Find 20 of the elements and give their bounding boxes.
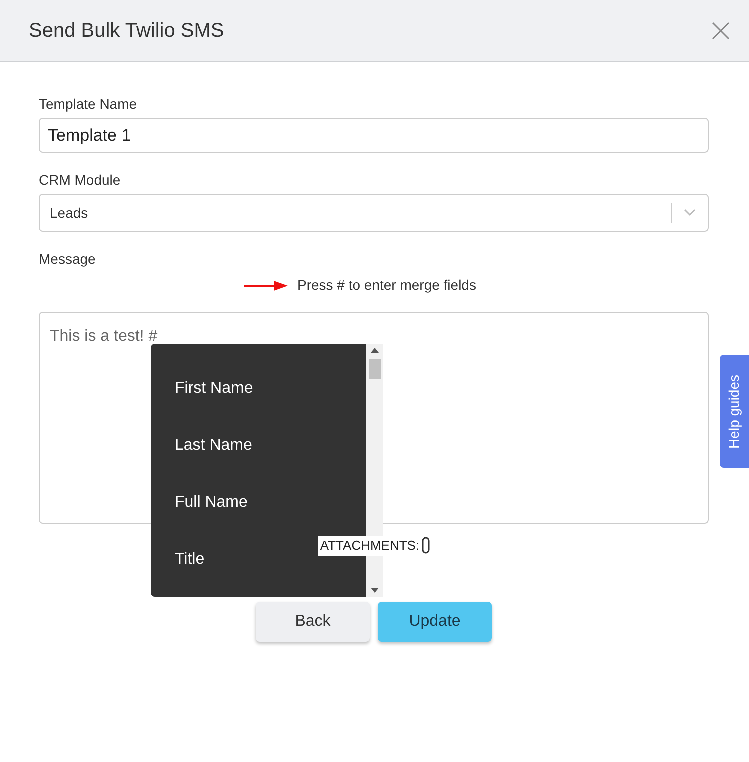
select-field[interactable]: Leads <box>39 194 709 232</box>
input-field[interactable]: Template 1 <box>39 118 709 153</box>
hint-text: Press # to enter merge fields <box>298 276 476 295</box>
scroll-down-icon[interactable] <box>370 588 378 593</box>
update-button[interactable]: Update <box>378 602 492 642</box>
field-label: CRM Module <box>39 171 122 190</box>
dropdown-item[interactable]: First Name <box>151 360 366 417</box>
paperclip-icon[interactable] <box>422 537 430 554</box>
field-label: Message <box>39 250 97 269</box>
chevron-down-icon <box>684 209 696 217</box>
dialog-title: Send Bulk Twilio SMS <box>29 18 224 44</box>
field-label: Template Name <box>39 95 138 114</box>
back-button[interactable]: Back <box>256 602 370 642</box>
arrow-icon <box>244 280 288 290</box>
scrollbar-thumb[interactable] <box>368 359 380 379</box>
help-guides-tab[interactable]: Help guides <box>720 355 749 468</box>
scroll-up-icon[interactable] <box>370 348 378 353</box>
close-icon[interactable] <box>711 20 731 40</box>
dropdown-item[interactable]: Full Name <box>151 474 366 531</box>
dropdown-item[interactable]: Last Name <box>151 417 366 474</box>
